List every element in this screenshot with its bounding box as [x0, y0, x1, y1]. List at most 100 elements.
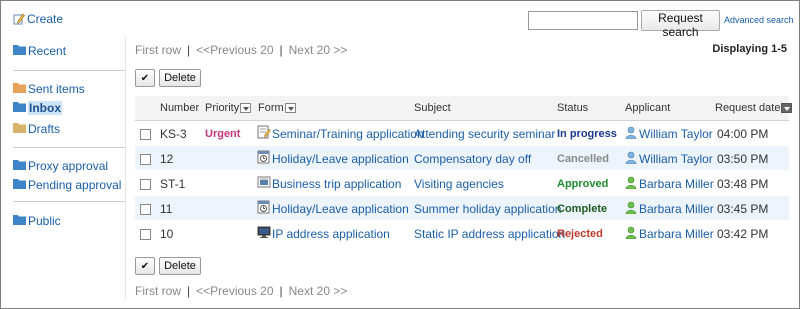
- applicant[interactable]: Barbara Miller: [625, 176, 714, 192]
- row-checkbox[interactable]: [140, 204, 151, 215]
- applicant-name[interactable]: William Taylor: [639, 127, 713, 141]
- column-priority[interactable]: Priority: [205, 102, 252, 114]
- applicant-name[interactable]: Barbara Miller: [639, 202, 714, 216]
- column-request-date[interactable]: Request date: [715, 102, 793, 114]
- column-subject: Subject: [414, 102, 451, 114]
- sidebar-item-recent[interactable]: Recent: [13, 43, 66, 59]
- row-number: 11: [160, 202, 173, 216]
- dropdown-arrow-icon[interactable]: [240, 103, 252, 113]
- pager-next-link[interactable]: Next 20 >>: [289, 43, 348, 57]
- pager-first-link[interactable]: First row: [135, 43, 181, 57]
- table-row: 12 Holiday/Leave application Compensator…: [135, 146, 789, 171]
- form-name[interactable]: Business trip application: [272, 177, 401, 191]
- create-icon: [13, 13, 25, 25]
- form-name[interactable]: Seminar/Training application: [272, 127, 424, 141]
- row-checkbox[interactable]: [140, 229, 151, 240]
- pager-previous-link[interactable]: <<Previous 20: [196, 43, 273, 57]
- delete-button[interactable]: Delete: [159, 257, 201, 275]
- requests-table: Number Priority Form Subject Status Appl…: [135, 96, 793, 246]
- form-link[interactable]: Seminar/Training application: [257, 125, 424, 142]
- pager-next-link[interactable]: Next 20 >>: [289, 284, 348, 298]
- status-badge: Complete: [557, 203, 608, 215]
- sidebar-item-label: Public: [28, 214, 61, 228]
- user-green-icon: [625, 201, 637, 217]
- form-link[interactable]: Holiday/Leave application: [257, 150, 409, 167]
- dropdown-arrow-icon[interactable]: [284, 103, 296, 113]
- form-link[interactable]: IP address application: [257, 225, 390, 242]
- pager-bottom: First row | <<Previous 20 | Next 20 >>: [135, 284, 347, 298]
- form-name[interactable]: IP address application: [272, 227, 390, 241]
- user-blue-icon: [625, 151, 637, 167]
- column-status: Status: [557, 102, 589, 114]
- subject-link[interactable]: Attending security seminar: [414, 127, 555, 141]
- applicant[interactable]: William Taylor: [625, 126, 713, 142]
- pager-separator: |: [187, 284, 191, 298]
- user-blue-icon: [625, 126, 637, 142]
- sidebar-item-label: Inbox: [28, 101, 62, 115]
- row-checkbox[interactable]: [140, 154, 151, 165]
- priority-badge: Urgent: [205, 128, 241, 140]
- row-checkbox[interactable]: [140, 179, 151, 190]
- table-row: 11 Holiday/Leave application Summer holi…: [135, 196, 789, 221]
- form-name[interactable]: Holiday/Leave application: [272, 152, 409, 166]
- pager-separator: |: [187, 43, 191, 57]
- applicant-name[interactable]: Barbara Miller: [639, 227, 714, 241]
- row-number: 10: [160, 227, 174, 241]
- pager-first-link[interactable]: First row: [135, 284, 181, 298]
- column-applicant: Applicant: [625, 102, 671, 114]
- request-date: 03:45 PM: [717, 202, 769, 216]
- status-badge: Rejected: [557, 228, 603, 240]
- row-checkbox[interactable]: [140, 129, 151, 140]
- request-date: 03:42 PM: [717, 227, 769, 241]
- row-number: KS-3: [160, 127, 187, 141]
- applicant-name[interactable]: William Taylor: [639, 152, 713, 166]
- sidebar-item-public[interactable]: Public: [13, 213, 61, 229]
- folder-icon: [13, 178, 26, 192]
- subject-link[interactable]: Compensatory day off: [414, 152, 531, 166]
- row-number: ST-1: [160, 177, 186, 191]
- request-search-button[interactable]: Request search: [641, 10, 720, 39]
- check-all-button[interactable]: ✔: [135, 69, 155, 87]
- sidebar-item-sent-items[interactable]: Sent items: [13, 81, 85, 97]
- sidebar-item-pending-approval[interactable]: Pending approval: [13, 177, 121, 193]
- applicant-name[interactable]: Barbara Miller: [639, 177, 714, 191]
- applicant[interactable]: Barbara Miller: [625, 201, 714, 217]
- create-link[interactable]: Create: [13, 12, 63, 26]
- folder-icon: [13, 82, 26, 96]
- subject-link[interactable]: Summer holiday application: [414, 202, 561, 216]
- column-label: Request date: [715, 102, 781, 114]
- form-link[interactable]: Business trip application: [257, 175, 401, 192]
- advanced-search-link[interactable]: Advanced search: [724, 15, 794, 25]
- applicant[interactable]: William Taylor: [625, 151, 713, 167]
- sidebar-separator: [125, 37, 126, 299]
- pager-previous-link[interactable]: <<Previous 20: [196, 284, 273, 298]
- sidebar-item-proxy-approval[interactable]: Proxy approval: [13, 158, 108, 174]
- delete-button[interactable]: Delete: [159, 69, 201, 87]
- calendar-clock-icon: [257, 200, 271, 217]
- sidebar-item-drafts[interactable]: Drafts: [13, 121, 60, 137]
- column-number: Number: [160, 102, 200, 114]
- status-badge: Cancelled: [557, 153, 609, 165]
- subject-link[interactable]: Visiting agencies: [414, 177, 504, 191]
- document-pencil-icon: [257, 125, 271, 142]
- subject-link[interactable]: Static IP address application: [414, 227, 565, 241]
- column-label: Form: [258, 102, 284, 114]
- form-name[interactable]: Holiday/Leave application: [272, 202, 409, 216]
- column-form[interactable]: Form: [258, 102, 296, 114]
- applicant[interactable]: Barbara Miller: [625, 226, 714, 242]
- sidebar-item-inbox[interactable]: Inbox: [13, 100, 62, 116]
- status-badge: Approved: [557, 178, 609, 190]
- calendar-clock-icon: [257, 150, 271, 167]
- sidebar-item-label: Drafts: [28, 122, 61, 136]
- sidebar-divider: [13, 201, 125, 202]
- user-green-icon: [625, 176, 637, 192]
- folder-icon: [13, 101, 26, 115]
- sort-desc-icon[interactable]: [781, 103, 793, 113]
- sidebar-item-label: Pending approval: [28, 178, 122, 192]
- pager-separator: |: [279, 43, 283, 57]
- form-link[interactable]: Holiday/Leave application: [257, 200, 409, 217]
- sidebar-divider: [13, 70, 125, 71]
- search-input[interactable]: [528, 11, 638, 30]
- create-label: Create: [27, 12, 64, 26]
- check-all-button[interactable]: ✔: [135, 257, 155, 275]
